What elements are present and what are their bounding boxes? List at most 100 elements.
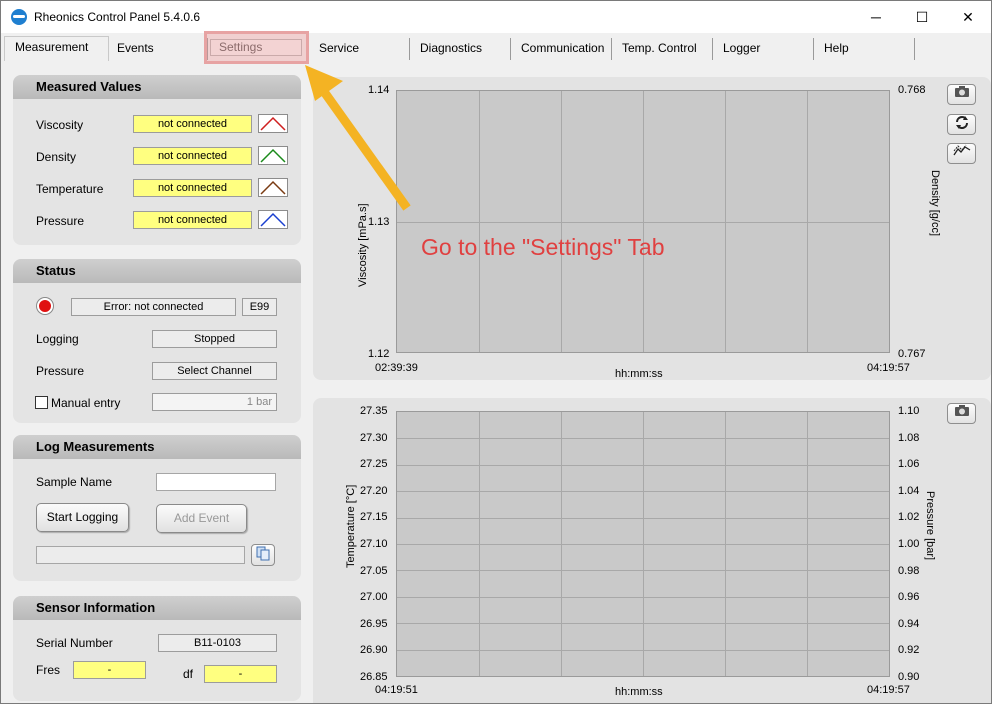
- status-panel: Status Error: not connected E99 Logging …: [13, 259, 301, 423]
- y-tick: 1.12: [368, 348, 390, 360]
- log-file-path-input[interactable]: [36, 546, 245, 564]
- status-led-icon: [37, 298, 53, 314]
- y-tick: 26.95: [360, 617, 388, 630]
- pressure-source-label: Pressure: [36, 364, 85, 378]
- y2-tick: 1.06: [898, 458, 920, 471]
- close-button[interactable]: ✕: [945, 1, 991, 33]
- measured-values-panel: Measured Values Viscosity not connected …: [13, 75, 301, 245]
- autoscale-icon[interactable]: [947, 143, 976, 164]
- x-tick: 02:39:39: [375, 362, 418, 374]
- window-title: Rheonics Control Panel 5.4.0.6: [34, 10, 201, 24]
- x-tick: 04:19:57: [867, 684, 910, 696]
- tab-temp-control[interactable]: Temp. Control: [612, 38, 713, 60]
- density-color-swatch[interactable]: [258, 146, 288, 165]
- y2-tick: 0.767: [898, 348, 926, 360]
- temperature-pressure-chart: Temperature [°C] Pressure [bar] hh:mm:ss…: [313, 398, 991, 703]
- viscosity-density-plot-area[interactable]: [396, 90, 890, 353]
- sample-name-label: Sample Name: [36, 475, 113, 489]
- y-tick: 26.85: [360, 671, 388, 683]
- minimize-button[interactable]: ─: [853, 1, 899, 33]
- df-value: -: [204, 665, 277, 683]
- y-tick: 27.15: [360, 511, 388, 524]
- start-logging-button[interactable]: Start Logging: [36, 503, 129, 532]
- gridline: [397, 649, 889, 651]
- log-measurements-panel: Log Measurements Sample Name Start Loggi…: [13, 435, 301, 581]
- viscosity-value: not connected: [133, 115, 252, 133]
- pressure-label: Pressure: [36, 214, 85, 228]
- y2-tick: 1.10: [898, 405, 920, 417]
- tab-help[interactable]: Help: [814, 38, 915, 60]
- gridline: [397, 596, 889, 598]
- gridline: [397, 221, 889, 223]
- select-channel-button[interactable]: Select Channel: [152, 362, 277, 380]
- gridline: [397, 623, 889, 625]
- y2-tick: 1.02: [898, 511, 920, 524]
- y2-tick: 1.04: [898, 484, 920, 497]
- refresh-icon[interactable]: [947, 114, 976, 135]
- logging-status-box: Stopped: [152, 330, 277, 348]
- gridline: [397, 464, 889, 466]
- gridline: [397, 517, 889, 519]
- temperature-color-swatch[interactable]: [258, 178, 288, 197]
- y-tick: 27.20: [360, 484, 388, 497]
- error-code-box: E99: [242, 298, 277, 316]
- temperature-pressure-plot-area[interactable]: [396, 411, 890, 677]
- manual-pressure-input[interactable]: 1 bar: [152, 393, 277, 411]
- pressure-axis-label: Pressure [bar]: [924, 491, 936, 561]
- density-label: Density: [36, 150, 77, 164]
- add-event-button[interactable]: Add Event: [156, 504, 247, 533]
- y-tick: 27.10: [360, 538, 388, 550]
- df-label: df: [183, 667, 194, 681]
- x-tick: 04:19:57: [867, 362, 910, 374]
- y2-tick: 0.96: [898, 591, 920, 604]
- logging-label: Logging: [36, 332, 79, 346]
- time-axis-label: hh:mm:ss: [615, 686, 663, 698]
- gridline: [397, 438, 889, 440]
- y-tick: 26.90: [360, 644, 388, 657]
- sensor-information-panel: Sensor Information Serial Number B11-010…: [13, 596, 301, 701]
- density-axis-label: Density [g/cc]: [929, 170, 941, 237]
- manual-entry-label: Manual entry: [51, 396, 121, 410]
- viscosity-color-swatch[interactable]: [258, 114, 288, 133]
- tab-service[interactable]: Service: [309, 38, 410, 60]
- gridline: [397, 570, 889, 572]
- app-window: Rheonics Control Panel 5.4.0.6 ─ ☐ ✕ Mea…: [0, 0, 992, 704]
- density-value: not connected: [133, 147, 252, 165]
- temperature-value: not connected: [133, 179, 252, 197]
- y2-tick: 0.768: [898, 84, 926, 96]
- camera-icon[interactable]: [947, 403, 976, 424]
- error-status-box: Error: not connected: [71, 298, 236, 316]
- maximize-button[interactable]: ☐: [899, 1, 945, 33]
- y2-tick: 1.00: [898, 538, 920, 550]
- copy-icon[interactable]: [251, 544, 275, 566]
- y-tick: 27.35: [360, 405, 388, 417]
- pressure-color-swatch[interactable]: [258, 210, 288, 229]
- title-bar: Rheonics Control Panel 5.4.0.6 ─ ☐ ✕: [1, 1, 991, 33]
- log-measurements-title: Log Measurements: [13, 435, 301, 459]
- y2-tick: 0.98: [898, 564, 920, 577]
- sample-name-input[interactable]: [156, 473, 276, 491]
- y-tick: 27.25: [360, 458, 388, 471]
- time-axis-label: hh:mm:ss: [615, 368, 663, 380]
- status-title: Status: [13, 259, 301, 283]
- tab-events[interactable]: Events: [107, 38, 208, 60]
- serial-number-label: Serial Number: [36, 636, 113, 650]
- tab-diagnostics[interactable]: Diagnostics: [410, 38, 511, 60]
- tab-measurement[interactable]: Measurement: [4, 36, 109, 61]
- camera-icon[interactable]: [947, 84, 976, 105]
- tab-communication[interactable]: Communication: [511, 38, 612, 60]
- y2-tick: 0.90: [898, 671, 920, 683]
- tab-logger[interactable]: Logger: [713, 38, 814, 60]
- y2-tick: 0.94: [898, 617, 920, 630]
- manual-entry-checkbox[interactable]: [35, 396, 48, 409]
- settings-tab-highlight: [204, 31, 309, 64]
- gridline: [397, 491, 889, 493]
- viscosity-label: Viscosity: [36, 118, 84, 132]
- y-tick: 27.00: [360, 591, 388, 604]
- pressure-value: not connected: [133, 211, 252, 229]
- y2-tick: 0.92: [898, 644, 920, 657]
- fres-value: -: [73, 661, 146, 679]
- temperature-axis-label: Temperature [°C]: [345, 484, 357, 568]
- serial-number-value: B11-0103: [158, 634, 277, 652]
- rheonics-logo-icon: [11, 9, 27, 25]
